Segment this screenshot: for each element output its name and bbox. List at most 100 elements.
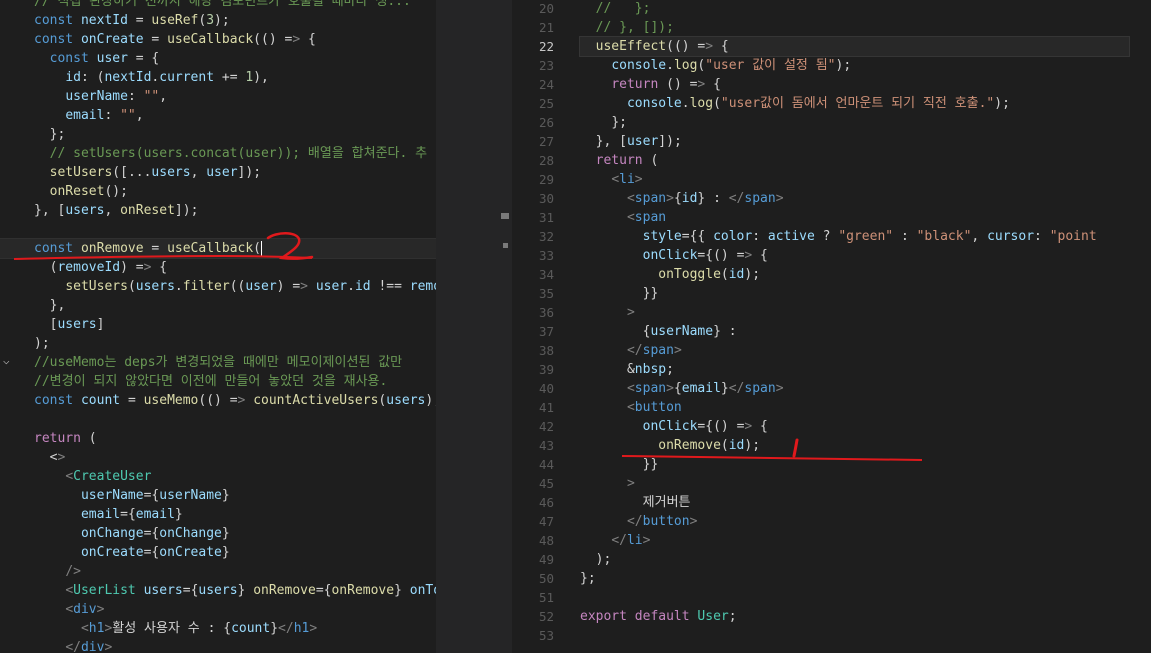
right-code-line[interactable]: 33 onClick={() => { bbox=[512, 246, 1151, 265]
left-code-line[interactable]: id: (nextId.current += 1), bbox=[0, 68, 436, 87]
code-text: <li> bbox=[611, 172, 643, 187]
code-text: setUsers(users.filter((user) => user.id … bbox=[65, 279, 436, 294]
left-code-line[interactable]: // 직접 관장하기 전까지 해당 컴포넌트가 호출될 때마다 생... bbox=[0, 0, 436, 11]
left-code-line[interactable]: const nextId = useRef(3); bbox=[0, 11, 436, 30]
left-code-line[interactable]: setUsers(users.filter((user) => user.id … bbox=[0, 277, 436, 296]
right-code-line[interactable]: 38 </span> bbox=[512, 341, 1151, 360]
right-code-line[interactable]: 27 }, [user]); bbox=[512, 132, 1151, 151]
right-code-line[interactable]: 43 onRemove(id); bbox=[512, 436, 1151, 455]
right-code-line[interactable]: 47 </button> bbox=[512, 512, 1151, 531]
code-text: }; bbox=[580, 571, 596, 586]
left-code-line[interactable]: [users] bbox=[0, 315, 436, 334]
line-number: 43 bbox=[538, 438, 554, 453]
right-code-line[interactable]: 45 > bbox=[512, 474, 1151, 493]
right-code-line[interactable]: 26 }; bbox=[512, 113, 1151, 132]
right-code-line[interactable]: 25 console.log("user값이 돔에서 언마운트 되기 직전 호출… bbox=[512, 94, 1151, 113]
line-number: 28 bbox=[538, 153, 554, 168]
left-code-line[interactable]: }, bbox=[0, 296, 436, 315]
left-code-line[interactable]: <> bbox=[0, 448, 436, 467]
left-code-line[interactable]: onReset(); bbox=[0, 182, 436, 201]
left-code-line[interactable]: }; bbox=[0, 125, 436, 144]
left-code-line[interactable]: onCreate={onCreate} bbox=[0, 543, 436, 562]
right-code-line[interactable]: 44 }} bbox=[512, 455, 1151, 474]
left-code-line[interactable]: email={email} bbox=[0, 505, 436, 524]
left-code-line[interactable]: <div> bbox=[0, 600, 436, 619]
right-code-line[interactable]: 42 onClick={() => { bbox=[512, 417, 1151, 436]
code-text: <div> bbox=[65, 602, 105, 617]
line-number: 39 bbox=[538, 362, 554, 377]
code-text: const onCreate = useCallback(() => { bbox=[34, 32, 316, 47]
right-code-line[interactable]: 35 }} bbox=[512, 284, 1151, 303]
scrollbar-marker bbox=[501, 213, 509, 219]
right-code-line[interactable]: 34 onToggle(id); bbox=[512, 265, 1151, 284]
left-editor-pane[interactable]: // 직접 관장하기 전까지 해당 컴포넌트가 호출될 때마다 생... cons… bbox=[0, 0, 436, 653]
code-text: return ( bbox=[595, 153, 659, 168]
right-code-line[interactable]: 36 > bbox=[512, 303, 1151, 322]
right-code-line[interactable]: 40 <span>{email}</span> bbox=[512, 379, 1151, 398]
left-code-line[interactable]: <UserList users={users} onRemove={onRemo… bbox=[0, 581, 436, 600]
left-code-line[interactable]: <h1>활성 사용자 수 : {count}</h1> bbox=[0, 619, 436, 638]
right-code-line[interactable]: 39 &nbsp; bbox=[512, 360, 1151, 379]
line-number: 31 bbox=[538, 210, 554, 225]
left-code-line[interactable]: //useMemo는 deps가 변경되었을 때에만 메모이제이션된 값만 bbox=[0, 353, 436, 372]
right-code-line[interactable]: 21 // }, []); bbox=[512, 18, 1151, 37]
left-code-line[interactable]: (removeId) => { bbox=[0, 258, 436, 277]
right-code-line[interactable]: 31 <span bbox=[512, 208, 1151, 227]
left-code-line[interactable] bbox=[0, 220, 436, 239]
right-code-line[interactable]: 28 return ( bbox=[512, 151, 1151, 170]
right-code-line[interactable]: 22 useEffect(() => { bbox=[512, 36, 1151, 57]
left-code-line[interactable]: email: "", bbox=[0, 106, 436, 125]
left-code-line[interactable]: //변경이 되지 않았다면 이전에 만들어 놓았던 것을 재사용. bbox=[0, 372, 436, 391]
left-code-line[interactable]: userName: "", bbox=[0, 87, 436, 106]
right-code-line[interactable]: 49 ); bbox=[512, 550, 1151, 569]
right-editor-pane[interactable]: 20 // }; 21 // }, []); 22 useEffect(() => … bbox=[512, 0, 1151, 653]
left-code-line[interactable]: const onRemove = useCallback( bbox=[0, 238, 436, 259]
left-code-line[interactable]: const onCreate = useCallback(() => { bbox=[0, 30, 436, 49]
code-text: </div> bbox=[65, 640, 113, 653]
line-number: 46 bbox=[538, 495, 554, 510]
left-code-line[interactable]: return ( bbox=[0, 429, 436, 448]
code-text: </li> bbox=[611, 533, 651, 548]
right-code-line[interactable]: 24 return () => { bbox=[512, 75, 1151, 94]
left-code-line[interactable]: <CreateUser bbox=[0, 467, 436, 486]
code-text: <> bbox=[49, 450, 66, 465]
left-code-line[interactable]: setUsers([...users, user]); bbox=[0, 163, 436, 182]
left-code-line[interactable]: const user = { bbox=[0, 49, 436, 68]
code-text: > bbox=[626, 476, 635, 491]
right-code-line[interactable]: 48 </li> bbox=[512, 531, 1151, 550]
code-text: ); bbox=[595, 552, 612, 567]
right-code-line[interactable]: 52 export default User; bbox=[512, 607, 1151, 626]
left-code-line[interactable]: userName={userName} bbox=[0, 486, 436, 505]
right-code-line[interactable]: 23 console.log("user 값이 설정 됨"); bbox=[512, 56, 1151, 75]
left-code-line[interactable]: ); bbox=[0, 334, 436, 353]
left-code-line[interactable] bbox=[0, 410, 436, 429]
line-number: 29 bbox=[538, 172, 554, 187]
right-code-line[interactable]: 46 제거버튼 bbox=[512, 493, 1151, 512]
right-code-line[interactable]: 20 // }; bbox=[512, 0, 1151, 18]
code-text: const onRemove = useCallback( bbox=[34, 240, 262, 257]
code-text: return ( bbox=[34, 431, 97, 446]
left-code-line[interactable]: /> bbox=[0, 562, 436, 581]
line-number: 27 bbox=[538, 134, 554, 149]
scrollbar-marker bbox=[503, 243, 508, 248]
line-number: 26 bbox=[538, 115, 554, 130]
code-text: onChange={onChange} bbox=[80, 526, 230, 541]
code-text: {userName} : bbox=[642, 324, 737, 339]
left-code-line[interactable]: onChange={onChange} bbox=[0, 524, 436, 543]
right-code-line[interactable]: 37 {userName} : bbox=[512, 322, 1151, 341]
code-text: onReset(); bbox=[49, 184, 128, 199]
left-code-line[interactable]: </div> bbox=[0, 638, 436, 653]
right-code-line[interactable]: 29 <li> bbox=[512, 170, 1151, 189]
code-text: const user = { bbox=[49, 51, 160, 66]
right-code-line[interactable]: 51 bbox=[512, 588, 1151, 607]
right-code-line[interactable]: 41 <button bbox=[512, 398, 1151, 417]
right-code-line[interactable]: 32 style={{ color: active ? "green" : "b… bbox=[512, 227, 1151, 246]
fold-chevron-icon[interactable]: ⌵ bbox=[3, 354, 10, 367]
right-code-line[interactable]: 50}; bbox=[512, 569, 1151, 588]
left-code-line[interactable]: // setUsers(users.concat(user)); 배열을 합쳐준… bbox=[0, 144, 436, 163]
left-code-line[interactable]: const count = useMemo(() => countActiveU… bbox=[0, 391, 436, 410]
right-code-line[interactable]: 30 <span>{id} : </span> bbox=[512, 189, 1151, 208]
line-number: 42 bbox=[538, 419, 554, 434]
left-code-line[interactable]: }, [users, onReset]); bbox=[0, 201, 436, 220]
right-code-line[interactable]: 53 bbox=[512, 626, 1151, 645]
